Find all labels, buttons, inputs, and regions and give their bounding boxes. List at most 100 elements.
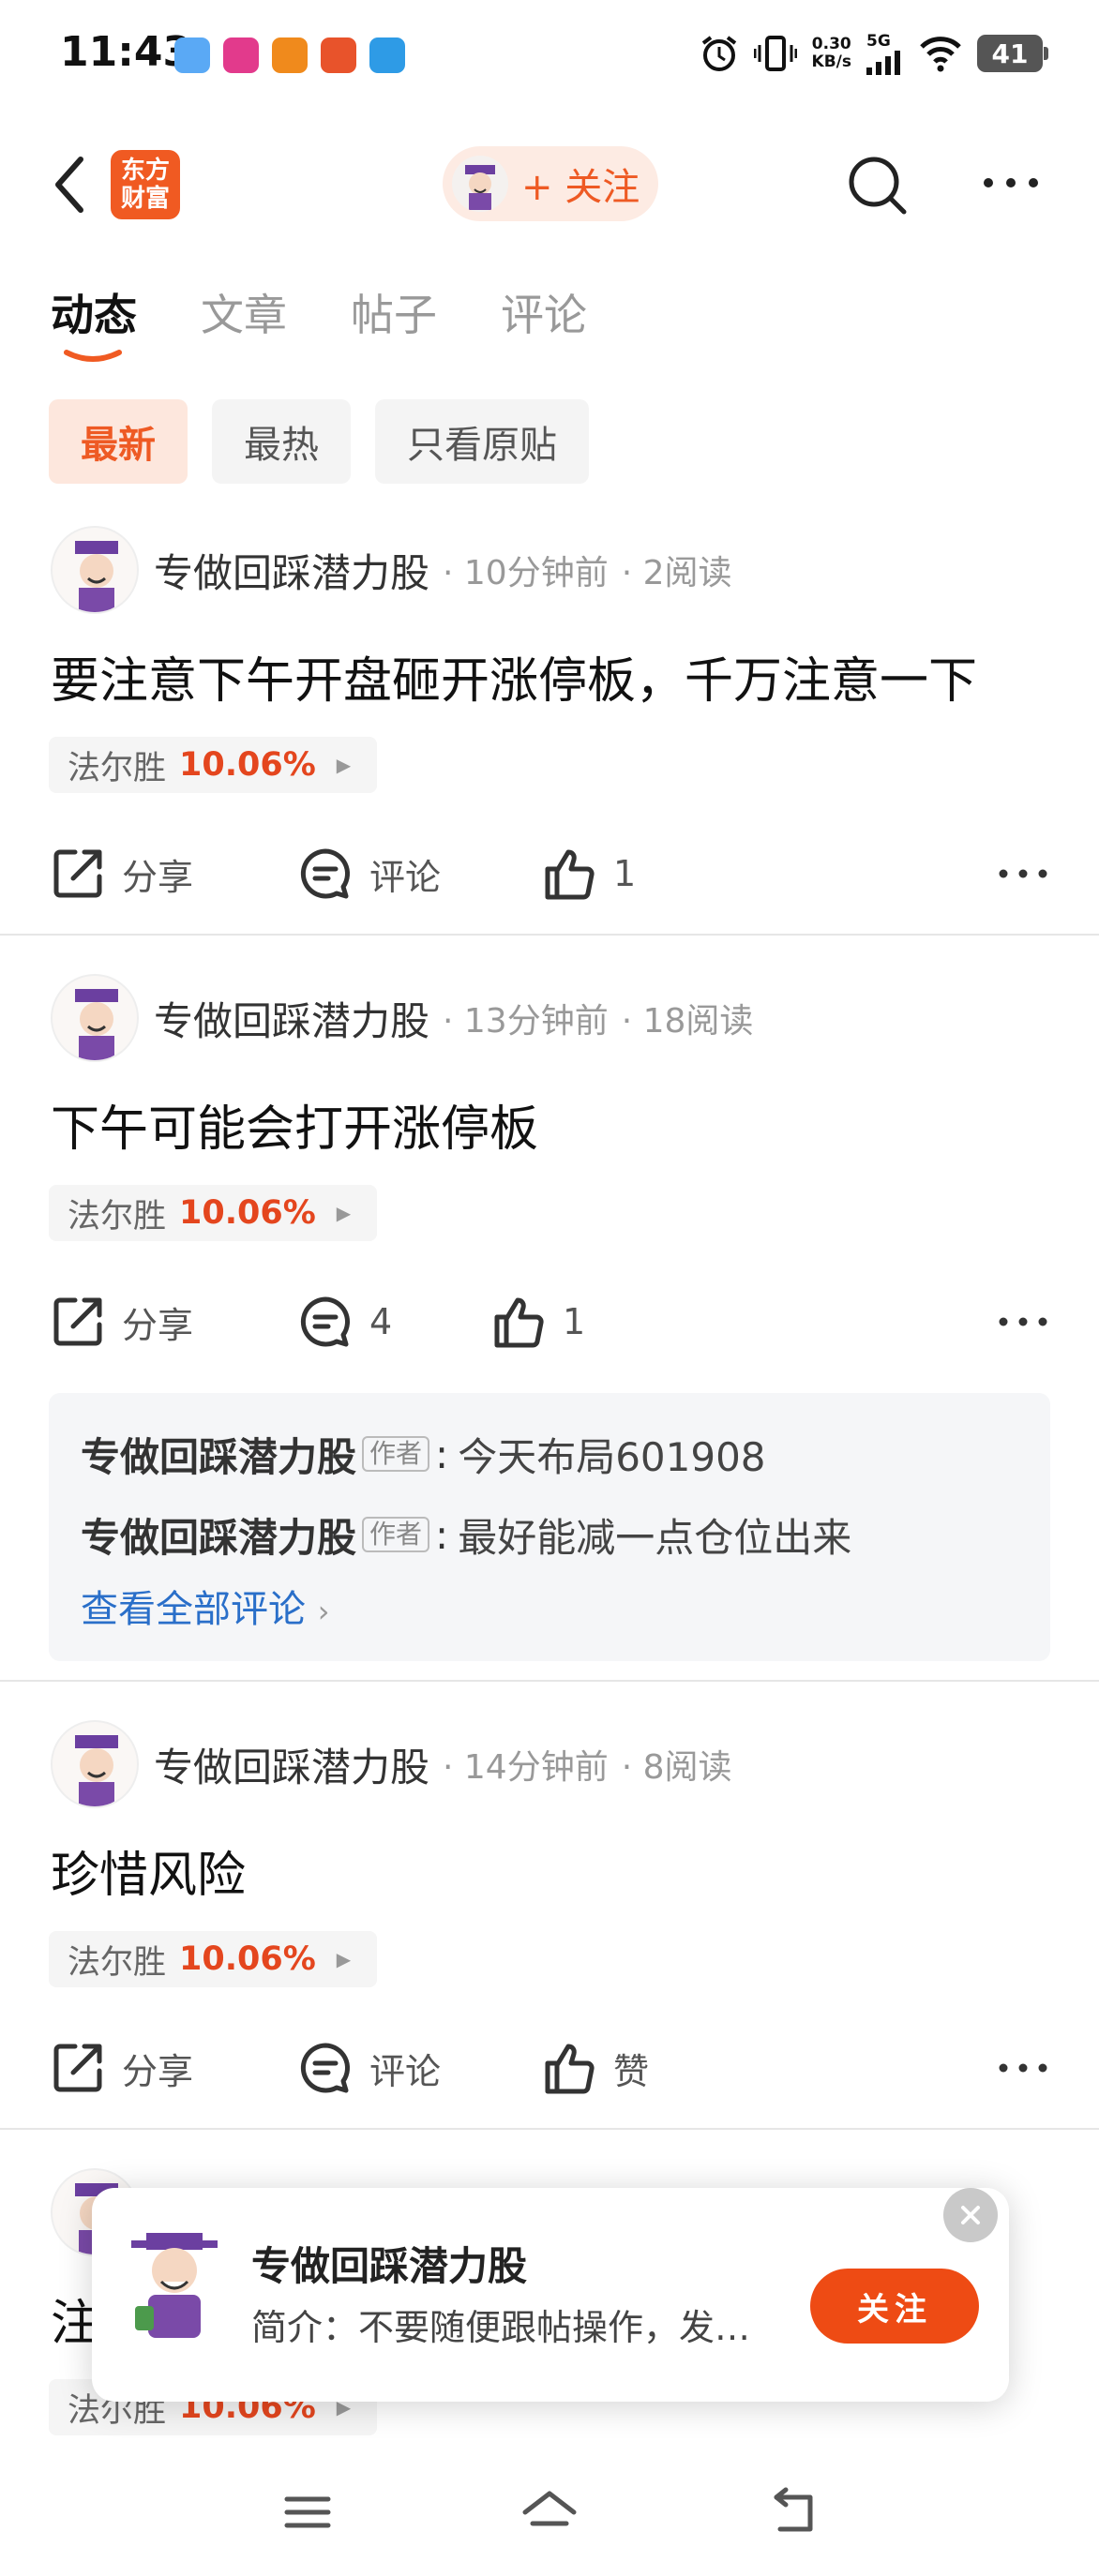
stock-tag[interactable]: 法尔胜 10.06% ▶ (49, 1931, 378, 1987)
author-name[interactable]: 专做回踩潜力股 (154, 542, 429, 599)
post-time: · 13分钟前 (443, 1002, 609, 1041)
post-content[interactable]: 要注意下午开盘砸开涨停板，千万注意一下 (51, 641, 977, 711)
follow-suggestion-popup: 专做回踩潜力股 简介：不要随便跟帖操作，发… 关注 (92, 2188, 1009, 2402)
share-label: 分享 (122, 2050, 194, 2092)
like-button[interactable]: 1 (491, 1284, 585, 1359)
comment-label: 评论 (369, 856, 442, 898)
thumbs-up-icon (494, 1297, 544, 1348)
post-author-row: 专做回踩潜力股 · 10分钟前 · 2阅读 (51, 525, 732, 615)
stock-change: 10.06% (179, 1194, 316, 1232)
stock-change: 10.06% (179, 746, 316, 784)
comment-text: 今天布局601908 (458, 1433, 766, 1480)
comment-button[interactable]: 4 (298, 1284, 392, 1359)
caishen-avatar-icon (131, 2233, 218, 2338)
triangle-right-icon: ▶ (336, 1948, 352, 1970)
popup-author-name[interactable]: 专做回踩潜力股 (251, 2235, 527, 2292)
share-button[interactable]: 分享 (51, 2030, 193, 2105)
avatar[interactable] (51, 974, 139, 1062)
back-icon[interactable] (767, 2484, 823, 2540)
avatar (452, 156, 508, 212)
comment-item[interactable]: 专做回踩潜力股 作者 : 最好能减一点仓位出来 (81, 1494, 1018, 1575)
avatar[interactable] (51, 526, 139, 614)
status-bar: 11:43 0.30 KB/s 5G 41 (0, 0, 1099, 112)
triangle-right-icon: ▶ (336, 1202, 352, 1224)
view-all-comments-link[interactable]: 查看全部评论 › (81, 1579, 1018, 1633)
header-follow-button[interactable]: + 关注 (443, 146, 658, 221)
vibrate-icon (753, 36, 797, 71)
comment-button[interactable]: 评论 (298, 2030, 441, 2105)
close-icon[interactable] (943, 2188, 998, 2242)
view-all-label: 查看全部评论 (81, 1588, 306, 1631)
app-notification-icon (174, 37, 210, 73)
like-button[interactable]: 赞 (542, 2030, 649, 2105)
avatar[interactable] (51, 1720, 139, 1808)
tab-dynamics[interactable]: 动态 (51, 281, 137, 362)
popup-follow-button[interactable]: 关注 (810, 2269, 979, 2344)
comment-count: 4 (369, 1301, 393, 1342)
post-divider (0, 934, 1099, 936)
tab-label: 评论 (501, 290, 587, 340)
post-author-row: 专做回踩潜力股 · 14分钟前 · 8阅读 (51, 1719, 732, 1809)
comment-text: 最好能减一点仓位出来 (458, 1514, 852, 1561)
alarm-icon (701, 36, 736, 71)
thumbs-up-icon (545, 2044, 595, 2094)
tab-comments[interactable]: 评论 (501, 281, 587, 343)
post-content[interactable]: 珍惜风险 (51, 1835, 246, 1906)
filter-hottest[interactable]: 最热 (212, 399, 351, 484)
notification-icons (174, 37, 405, 73)
post-more-icon[interactable] (998, 857, 1048, 891)
system-navigation-bar (0, 2465, 1099, 2559)
comment-colon: : (435, 1430, 449, 1477)
like-button[interactable]: 1 (542, 836, 636, 911)
post-divider (0, 2128, 1099, 2130)
avatar[interactable] (124, 2220, 225, 2342)
stock-name: 法尔胜 (68, 749, 167, 787)
chevron-right-icon: › (317, 1594, 330, 1629)
stock-tag[interactable]: 法尔胜 10.06% ▶ (49, 1185, 378, 1241)
home-icon[interactable] (521, 2484, 578, 2540)
post-divider (0, 1680, 1099, 1682)
tab-articles[interactable]: 文章 (201, 281, 287, 343)
back-arrow-icon[interactable] (47, 152, 94, 217)
post-more-icon[interactable] (998, 2051, 1048, 2085)
stock-tag[interactable]: 法尔胜 10.06% ▶ (49, 737, 378, 793)
share-button[interactable]: 分享 (51, 1284, 193, 1359)
post-content[interactable]: 下午可能会打开涨停板 (51, 1089, 538, 1160)
post-card[interactable]: 专做回踩潜力股 · 10分钟前 · 2阅读 要注意下午开盘砸开涨停板，千万注意一… (0, 525, 1099, 934)
post-actions: 分享 评论 赞 (51, 2030, 1048, 2105)
filter-latest[interactable]: 最新 (49, 399, 188, 484)
search-icon[interactable] (844, 152, 910, 217)
menu-icon[interactable] (279, 2484, 336, 2540)
author-name[interactable]: 专做回踩潜力股 (154, 1736, 429, 1793)
share-icon (53, 849, 102, 898)
commenter-name[interactable]: 专做回踩潜力股 (81, 1506, 356, 1564)
speed-value: 0.30 (811, 35, 851, 53)
share-icon (53, 1297, 102, 1346)
post-card[interactable]: 专做回踩潜力股 · 14分钟前 · 8阅读 珍惜风险 法尔胜 10.06% ▶ … (0, 1719, 1099, 2128)
filter-chips: 最新 最热 只看原贴 (49, 399, 589, 484)
active-tab-indicator (64, 350, 122, 362)
comment-item[interactable]: 专做回踩潜力股 作者 : 今天布局601908 (81, 1414, 1018, 1494)
more-options-icon[interactable] (981, 159, 1041, 206)
comment-button[interactable]: 评论 (298, 836, 441, 911)
tab-posts[interactable]: 帖子 (351, 281, 437, 343)
post-card[interactable]: 专做回踩潜力股 · 13分钟前 · 18阅读 下午可能会打开涨停板 法尔胜 10… (0, 973, 1099, 1680)
caishen-avatar-icon (75, 989, 118, 1060)
tab-label: 文章 (201, 290, 287, 340)
caishen-avatar-icon (75, 1735, 118, 1806)
app-notification-icon (223, 37, 259, 73)
commenter-name[interactable]: 专做回踩潜力股 (81, 1426, 356, 1483)
share-button[interactable]: 分享 (51, 836, 193, 911)
comment-icon (300, 2043, 350, 2093)
author-badge: 作者 (362, 1436, 430, 1472)
comment-preview[interactable]: 专做回踩潜力股 作者 : 今天布局601908 专做回踩潜力股 作者 : 最好能… (49, 1393, 1050, 1661)
post-more-icon[interactable] (998, 1305, 1048, 1339)
logo-text-line1: 东方 (120, 157, 170, 185)
author-name[interactable]: 专做回踩潜力股 (154, 990, 429, 1047)
author-badge: 作者 (362, 1517, 430, 1552)
filter-original-only[interactable]: 只看原贴 (375, 399, 589, 484)
app-logo: 东方 财富 (111, 150, 180, 219)
post-actions: 分享 评论 1 (51, 836, 1048, 911)
battery-indicator: 41 (977, 35, 1048, 72)
share-label: 分享 (122, 1304, 194, 1346)
